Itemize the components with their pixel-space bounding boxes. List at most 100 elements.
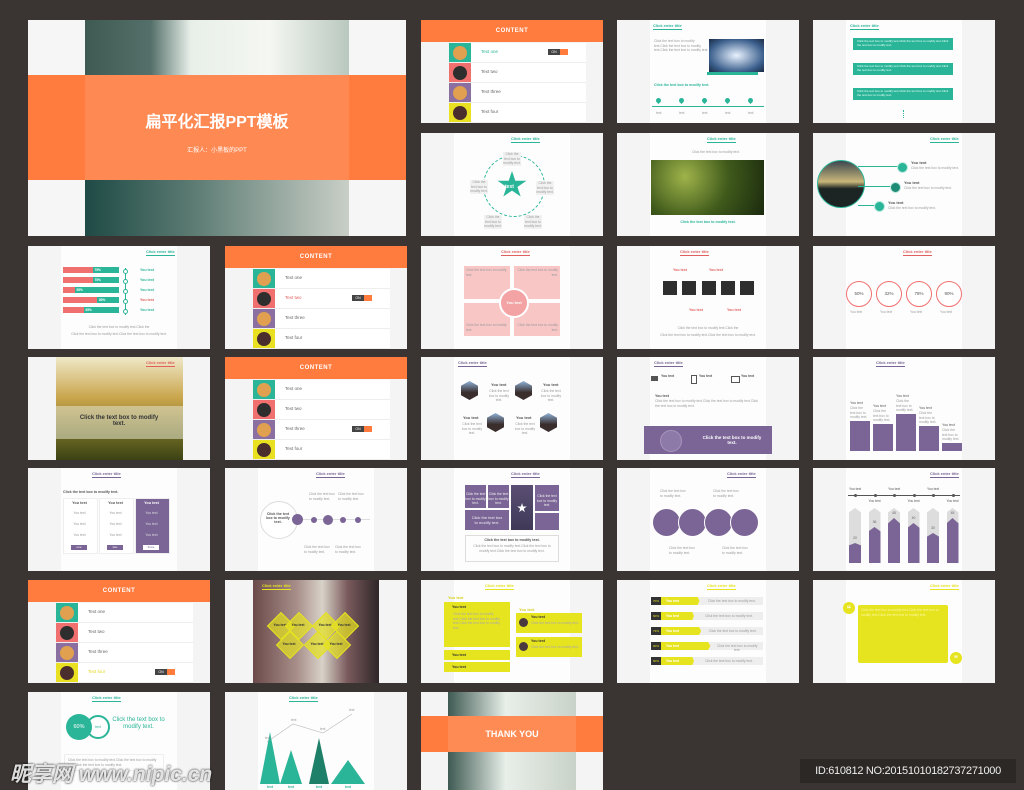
arrow-bar xyxy=(888,518,900,563)
content-item-label: Text two xyxy=(88,629,105,634)
slide-arrow-columns[interactable]: Click enter title You text 20 You text 36 Yo… xyxy=(813,468,995,571)
timeline-dot xyxy=(340,517,346,523)
topic-icon xyxy=(253,309,275,328)
slide-purple-columns[interactable]: Click enter title You text Click the text… xyxy=(813,357,995,460)
slide-hexagons[interactable]: Click enter title You text Click the tex… xyxy=(421,357,603,460)
content-item[interactable]: Text four xyxy=(449,103,586,123)
slide-yellow-bars[interactable]: Click enter title 70% You text Click the t… xyxy=(617,580,799,683)
content-item[interactable]: Text two ON xyxy=(253,289,390,309)
avatar xyxy=(740,281,754,295)
slide-content-4[interactable]: CONTENT Text one Text two Text three Text fo… xyxy=(28,580,210,683)
content-item[interactable]: Text one xyxy=(253,380,390,400)
point-label: text xyxy=(291,718,297,722)
select-button[interactable]: three xyxy=(143,545,159,550)
grid-tile xyxy=(535,513,559,530)
slide-yellow-list[interactable]: Click enter title You text You text Clic… xyxy=(421,580,603,683)
timeline-dot xyxy=(932,494,935,497)
slide-city-diamonds[interactable]: Click enter title You text You text You te… xyxy=(225,580,407,683)
note-text: Click the text box to modify text. xyxy=(335,545,361,554)
slide-title: Click enter title xyxy=(262,583,291,590)
slide-quadrants[interactable]: Click enter title Click the text box to … xyxy=(421,246,603,349)
slide-handshake[interactable]: Click enter title You text You text You … xyxy=(617,357,799,460)
hourglass-icon xyxy=(652,508,681,537)
slide-title: Click enter title xyxy=(707,583,736,590)
content-item[interactable]: Text four xyxy=(253,440,390,460)
bar-label: You text xyxy=(666,599,680,603)
slide-dot-timeline[interactable]: Click enter title Click the text box to … xyxy=(225,468,407,571)
timeline-label: You text xyxy=(868,499,881,503)
column-text: Click the text box to modify text. xyxy=(942,428,960,442)
toggle-label: ON xyxy=(548,49,560,55)
slide-thank-you[interactable]: THANK YOU xyxy=(421,692,603,790)
note-text: Click the text box to modify text. xyxy=(722,546,748,555)
thanks-title: THANK YOU xyxy=(485,729,539,739)
content-item[interactable]: Text four ON xyxy=(56,663,193,683)
table-cell: You text xyxy=(145,522,158,526)
watermark-logo: 昵享网 www.nipic.cn xyxy=(10,763,213,786)
item-title: You text xyxy=(452,665,466,669)
slide-teal-boxes[interactable]: Click enter title Click the text box to … xyxy=(813,20,995,123)
triangle-label: text xyxy=(316,785,323,789)
slide-content-2[interactable]: CONTENT Text one Text two ON Text three Text … xyxy=(225,246,407,349)
slide-percent-rings[interactable]: Click enter title 50% You text 32% You text… xyxy=(813,246,995,349)
section-title: You text xyxy=(448,595,464,600)
content-item[interactable]: Text two xyxy=(253,400,390,420)
toggle-switch[interactable]: ON xyxy=(548,49,568,55)
toggle-switch[interactable]: ON xyxy=(155,669,175,675)
slide-photo[interactable]: Click enter title Click the text box to … xyxy=(617,133,799,236)
bar-label: You text xyxy=(666,629,680,633)
table-cell: You text xyxy=(109,522,122,526)
slide-people-flow[interactable]: Click enter title You text You text You … xyxy=(617,246,799,349)
card-title: You text xyxy=(531,615,545,619)
slide-progress-bars[interactable]: Click enter title Click the text box to … xyxy=(28,246,210,349)
timeline-label: text xyxy=(702,111,708,115)
slide-cover[interactable]: 扁平化汇报PPT模板 汇报人：小黑板的PPT xyxy=(28,20,406,236)
content-item[interactable]: Text one xyxy=(253,269,390,289)
target-icon xyxy=(678,508,707,537)
content-item[interactable]: Text four xyxy=(253,329,390,349)
progress-bar: 75% xyxy=(63,267,119,273)
slide-content-3[interactable]: CONTENT Text one Text two Text three ON Text … xyxy=(225,357,407,460)
bar-note: Click the text box to modify text. xyxy=(716,643,758,653)
content-item[interactable]: Text three xyxy=(253,309,390,329)
content-item[interactable]: Text one ON xyxy=(449,43,586,63)
content-item-label: Text four xyxy=(285,446,303,451)
toggle-switch[interactable]: ON xyxy=(352,295,372,301)
content-item[interactable]: Text three xyxy=(449,83,586,103)
column-bar xyxy=(942,443,962,451)
content-item[interactable]: Text two xyxy=(56,623,193,643)
slide-content-1[interactable]: CONTENT Text one ON Text two Text three Text … xyxy=(421,20,603,123)
bar-label: You text xyxy=(666,644,680,648)
band-text: Click the text box to modify text. xyxy=(702,435,762,445)
table-cell: You text xyxy=(109,511,122,515)
content-header: CONTENT xyxy=(225,357,407,379)
paragraph: Click the text box to modify text.Click … xyxy=(655,399,759,408)
slide-purple-grid[interactable]: Click enter title Click the text box to … xyxy=(421,468,603,571)
content-item[interactable]: Text three ON xyxy=(253,420,390,440)
body-text: Click the text box to modify text.Click … xyxy=(677,326,739,330)
slide-city-circle[interactable]: Click enter title You text Click the tex… xyxy=(813,133,995,236)
slide-icon-circles[interactable]: Click enter title Click the text box to … xyxy=(617,468,799,571)
timeline-label: You text xyxy=(888,487,901,491)
select-button[interactable]: two xyxy=(107,545,123,550)
hex-text: Click the text box to modify text. xyxy=(540,389,562,403)
table-caption: Click the text box to modify text. xyxy=(63,490,119,494)
topic-icon-circle xyxy=(257,402,271,417)
slide-triangles[interactable]: Click enter title text text text text text te… xyxy=(225,692,407,790)
content-item[interactable]: Text three xyxy=(56,643,193,663)
select-button[interactable]: one xyxy=(71,545,87,550)
timeline-dot xyxy=(893,494,896,497)
slide-star-cycle[interactable]: Click enter title text Click the text bo… xyxy=(421,133,603,236)
slide-pricing-table[interactable]: Click enter title Click the text box to … xyxy=(28,468,210,571)
item-text: Click the text box to modify text. xyxy=(911,166,959,170)
topic-icon xyxy=(449,63,471,82)
toggle-switch[interactable]: ON xyxy=(352,426,372,432)
slide-photo-overlay[interactable]: Click enter title Click the text box to … xyxy=(28,357,210,460)
slide-quote[interactable]: Click enter title “ Click the text box t… xyxy=(813,580,995,683)
table-cell: You text xyxy=(73,533,86,537)
bar-label: You text xyxy=(140,267,154,272)
content-item[interactable]: Text one xyxy=(56,603,193,623)
slide-timeline[interactable]: Click enter title Click the text box to … xyxy=(617,20,799,123)
content-item[interactable]: Text two xyxy=(449,63,586,83)
arrow-bar xyxy=(868,527,881,563)
